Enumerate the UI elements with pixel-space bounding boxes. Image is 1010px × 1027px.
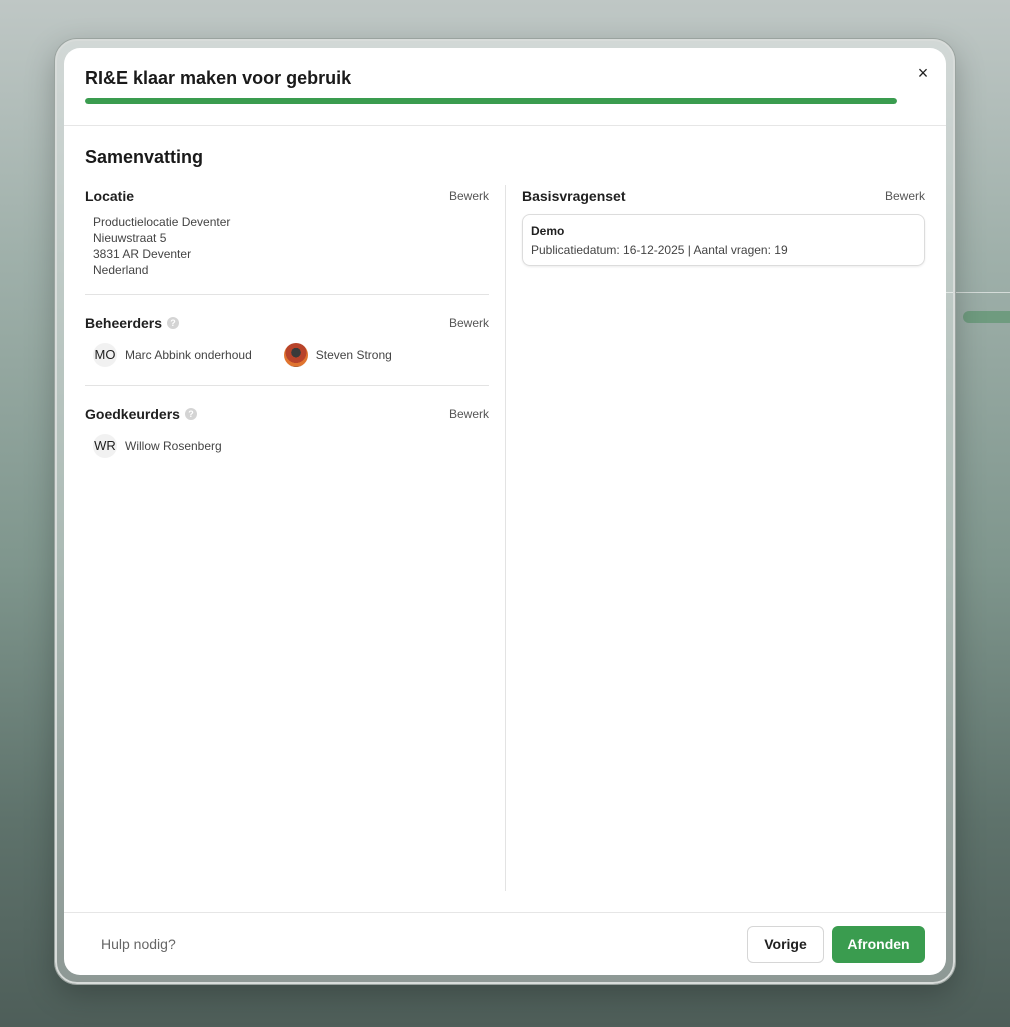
address-line: 3831 AR Deventer	[93, 247, 192, 261]
previous-button[interactable]: Vorige	[747, 926, 824, 963]
avatar: WR	[93, 434, 117, 458]
question-set-card: Demo Publicatiedatum: 16-12-2025 | Aanta…	[522, 214, 925, 266]
divider	[85, 294, 489, 295]
edit-managers-button[interactable]: Bewerk	[449, 316, 489, 330]
finish-button[interactable]: Afronden	[832, 926, 925, 963]
help-icon[interactable]: ?	[184, 408, 197, 420]
background-progress-bar	[963, 311, 1010, 323]
managers-title-text: Beheerders	[85, 315, 163, 331]
close-icon[interactable]: ×	[912, 62, 934, 84]
summary-heading: Samenvatting	[85, 147, 204, 167]
edit-approvers-button[interactable]: Bewerk	[449, 407, 489, 421]
question-set-name: Demo	[531, 224, 565, 238]
list-item: Steven Strong	[283, 343, 392, 367]
help-icon[interactable]: ?	[167, 317, 180, 329]
managers-list: MO Marc Abbink onderhoud Steven Strong	[85, 343, 489, 367]
address-line: Nieuwstraat 5	[93, 231, 167, 245]
help-link[interactable]: Hulp nodig?	[101, 936, 176, 952]
list-item: MO Marc Abbink onderhoud	[93, 343, 252, 367]
location-address: Productielocatie Deventer Nieuwstraat 5 …	[85, 208, 489, 278]
progress-bar	[85, 98, 897, 104]
avatar: MO	[93, 343, 117, 367]
dialog-footer: Hulp nodig? Vorige Afronden	[64, 912, 946, 975]
approvers-title-text: Goedkeurders	[85, 406, 180, 422]
setup-dialog: RI&E klaar maken voor gebruik × Samenvat…	[64, 48, 946, 975]
list-item: WR Willow Rosenberg	[93, 434, 222, 458]
progress-fill	[85, 98, 897, 104]
divider	[85, 385, 489, 386]
question-set-title: Basisvragenset	[522, 188, 626, 204]
managers-block: Beheerders ? Bewerk MO Marc Abbink onder…	[85, 311, 489, 385]
managers-title: Beheerders ?	[85, 315, 180, 331]
question-set-block: Basisvragenset Bewerk Demo Publicatiedat…	[522, 184, 925, 266]
summary-right-column: Basisvragenset Bewerk Demo Publicatiedat…	[522, 184, 925, 266]
approvers-block: Goedkeurders ? Bewerk WR Willow Rosenber…	[85, 402, 489, 458]
address-line: Nederland	[93, 263, 149, 277]
location-title: Locatie	[85, 188, 135, 204]
question-set-meta: Publicatiedatum: 16-12-2025 | Aantal vra…	[531, 243, 788, 257]
approvers-list: WR Willow Rosenberg	[85, 434, 489, 458]
person-name: Steven Strong	[315, 348, 392, 362]
person-name: Marc Abbink onderhoud	[125, 348, 252, 362]
location-block: Locatie Bewerk Productielocatie Deventer…	[85, 184, 489, 280]
summary-left-column: Locatie Bewerk Productielocatie Deventer…	[85, 184, 489, 458]
edit-location-button[interactable]: Bewerk	[449, 189, 489, 203]
dialog-title: RI&E klaar maken voor gebruik	[85, 68, 352, 88]
column-divider	[505, 185, 506, 891]
approvers-title: Goedkeurders ?	[85, 406, 197, 422]
dialog-header: RI&E klaar maken voor gebruik ×	[64, 48, 946, 126]
address-line: Productielocatie Deventer	[93, 215, 231, 229]
avatar	[283, 343, 308, 367]
person-name: Willow Rosenberg	[125, 439, 222, 453]
edit-question-set-button[interactable]: Bewerk	[885, 189, 925, 203]
